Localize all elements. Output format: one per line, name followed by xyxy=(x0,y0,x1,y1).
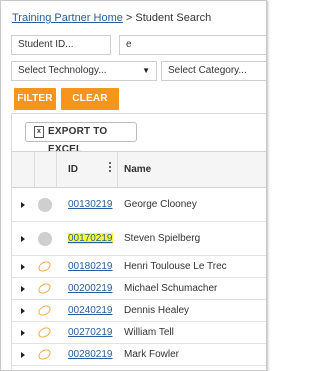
category-select-label: Select Category... xyxy=(168,65,247,76)
student-id-link[interactable]: 00200219 xyxy=(68,283,113,294)
app-window: Training Partner Home > Student Search S… xyxy=(0,0,267,371)
student-name: Dennis Healey xyxy=(124,305,190,316)
caret-down-icon: ▼ xyxy=(142,66,150,75)
expand-triangle-icon[interactable] xyxy=(21,202,25,208)
expand-triangle-icon[interactable] xyxy=(21,236,25,242)
search-text-input[interactable]: e xyxy=(119,35,266,55)
avatar-placeholder-icon xyxy=(38,198,52,212)
expand-triangle-icon[interactable] xyxy=(21,264,25,270)
student-name: Mark Fowler xyxy=(124,349,180,360)
column-divider xyxy=(34,152,35,187)
expand-triangle-icon[interactable] xyxy=(21,308,25,314)
student-id-link[interactable]: 00280219 xyxy=(68,349,113,360)
student-name: Steven Spielberg xyxy=(124,233,201,244)
table-row[interactable]: 00240219 Dennis Healey xyxy=(12,300,266,322)
student-name: Michael Schumacher xyxy=(124,283,218,294)
student-name: Henri Toulouse Le Trec xyxy=(124,261,227,272)
breadcrumb-separator: > xyxy=(122,12,136,24)
expand-triangle-icon[interactable] xyxy=(21,330,25,336)
expand-triangle-icon[interactable] xyxy=(21,286,25,292)
avatar-placeholder-icon xyxy=(38,232,52,246)
column-divider xyxy=(56,152,57,187)
table-row[interactable]: 00270219 William Tell xyxy=(12,322,266,344)
table-row[interactable]: 00170219 Steven Spielberg xyxy=(12,222,266,256)
table-row[interactable]: 00180219 Henri Toulouse Le Trec xyxy=(12,256,266,278)
clear-all-button[interactable]: CLEAR ALL xyxy=(61,88,119,126)
column-divider xyxy=(117,152,118,187)
breadcrumb-home-link[interactable]: Training Partner Home xyxy=(12,12,123,24)
table-row[interactable]: 00280219 Mark Fowler xyxy=(12,344,266,366)
results-panel: x EXPORT TO EXCEL ID Name 00130219 Georg… xyxy=(11,113,267,370)
student-name: George Clooney xyxy=(124,199,197,210)
paperclip-icon xyxy=(36,259,53,274)
table-row[interactable]: 00130219 George Clooney xyxy=(12,188,266,222)
search-text-value: e xyxy=(126,39,132,50)
filter-button[interactable]: FILTER xyxy=(14,88,56,110)
table-header: ID Name xyxy=(12,151,267,188)
student-id-link[interactable]: 00170219 xyxy=(68,233,113,244)
kebab-menu-icon[interactable] xyxy=(109,162,112,173)
column-header-id[interactable]: ID xyxy=(68,164,78,175)
student-id-input[interactable]: Student ID... xyxy=(11,35,111,55)
paperclip-icon xyxy=(36,303,53,318)
table-row[interactable]: 00200219 Michael Schumacher xyxy=(12,278,266,300)
student-id-link[interactable]: 00240219 xyxy=(68,305,113,316)
breadcrumb-current: Student Search xyxy=(135,12,212,24)
paperclip-icon xyxy=(36,347,53,362)
category-select[interactable]: Select Category... xyxy=(161,61,266,81)
column-header-name[interactable]: Name xyxy=(124,164,151,175)
student-id-link[interactable]: 00130219 xyxy=(68,199,113,210)
paperclip-icon xyxy=(36,281,53,296)
student-id-link[interactable]: 00180219 xyxy=(68,261,113,272)
student-table: ID Name 00130219 George Clooney 00170219… xyxy=(12,151,267,366)
expand-triangle-icon[interactable] xyxy=(21,352,25,358)
technology-select-label: Select Technology... xyxy=(18,65,107,76)
student-id-placeholder: Student ID... xyxy=(18,39,74,50)
technology-select[interactable]: Select Technology... ▼ xyxy=(11,61,157,81)
excel-file-icon: x xyxy=(34,126,44,138)
breadcrumb: Training Partner Home > Student Search xyxy=(12,12,211,24)
export-to-excel-button[interactable]: x EXPORT TO EXCEL xyxy=(25,122,137,155)
kebab-menu-icon[interactable] xyxy=(266,162,267,173)
paperclip-icon xyxy=(36,325,53,340)
student-name: William Tell xyxy=(124,327,174,338)
student-id-link[interactable]: 00270219 xyxy=(68,327,113,338)
